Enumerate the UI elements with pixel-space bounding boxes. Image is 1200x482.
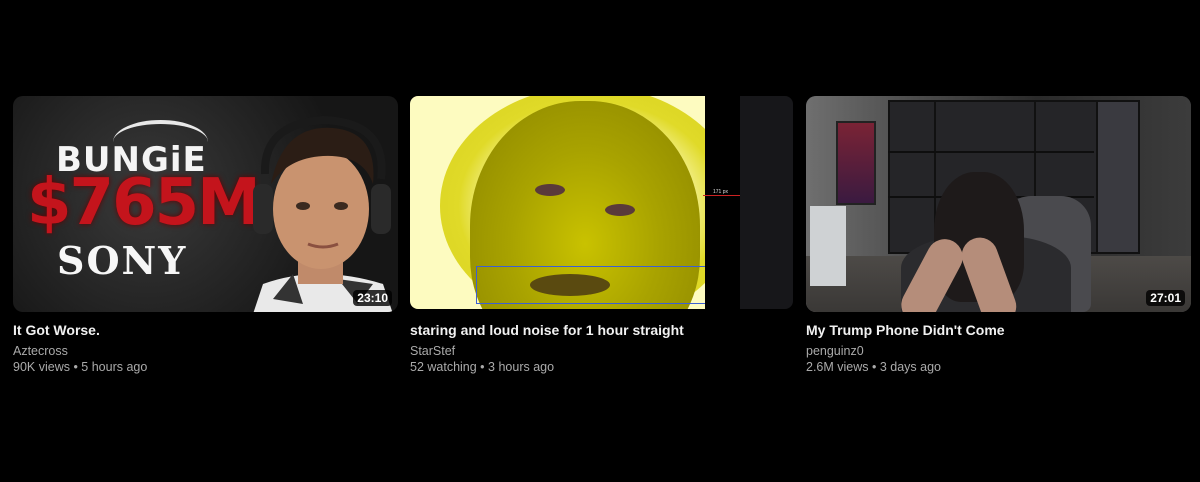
display-cabinet xyxy=(888,100,940,254)
video-thumbnail[interactable]: BUNGiE $765M SONY 23:10 xyxy=(13,96,398,312)
video-thumbnail[interactable]: 27:01 xyxy=(806,96,1191,312)
measure-label: 171 px xyxy=(713,189,729,195)
webcam-face-image xyxy=(410,96,705,309)
video-duration-badge: 23:10 xyxy=(353,290,392,306)
overlay-rectangle xyxy=(476,266,705,304)
video-card-2[interactable]: 171 px staring and loud noise for 1 hour… xyxy=(410,96,795,376)
left-eye xyxy=(535,184,565,196)
cabinet-shelf xyxy=(888,151,1094,153)
channel-name[interactable]: Aztecross xyxy=(13,343,398,359)
video-metadata: 90K views • 5 hours ago xyxy=(13,360,148,374)
video-metadata: 52 watching • 3 hours ago xyxy=(410,360,555,374)
right-eye xyxy=(605,204,635,216)
measure-line xyxy=(703,195,743,196)
video-thumbnail[interactable]: 171 px xyxy=(410,96,795,312)
presenter-with-headphones-image xyxy=(253,115,393,312)
video-duration-badge: 27:01 xyxy=(1146,290,1185,306)
thumbnail-amount-text: $765M xyxy=(27,166,261,240)
video-title[interactable]: staring and loud noise for 1 hour straig… xyxy=(410,321,795,339)
dark-side-panel xyxy=(740,96,793,309)
channel-name[interactable]: penguinz0 xyxy=(806,343,1191,359)
thumbnail-company-text: SONY xyxy=(57,238,188,283)
channel-name[interactable]: StarStef xyxy=(410,343,795,359)
display-cabinet xyxy=(1096,100,1140,254)
video-title[interactable]: It Got Worse. xyxy=(13,321,398,339)
video-metadata: 2.6M views • 3 days ago xyxy=(806,360,941,374)
video-card-1[interactable]: BUNGiE $765M SONY 23:10 It Got Worse. Az… xyxy=(13,96,398,376)
mini-fridge xyxy=(810,206,846,286)
video-card-3[interactable]: 27:01 My Trump Phone Didn't Come penguin… xyxy=(806,96,1191,376)
video-title[interactable]: My Trump Phone Didn't Come xyxy=(806,321,1191,339)
poster-image xyxy=(836,121,876,205)
